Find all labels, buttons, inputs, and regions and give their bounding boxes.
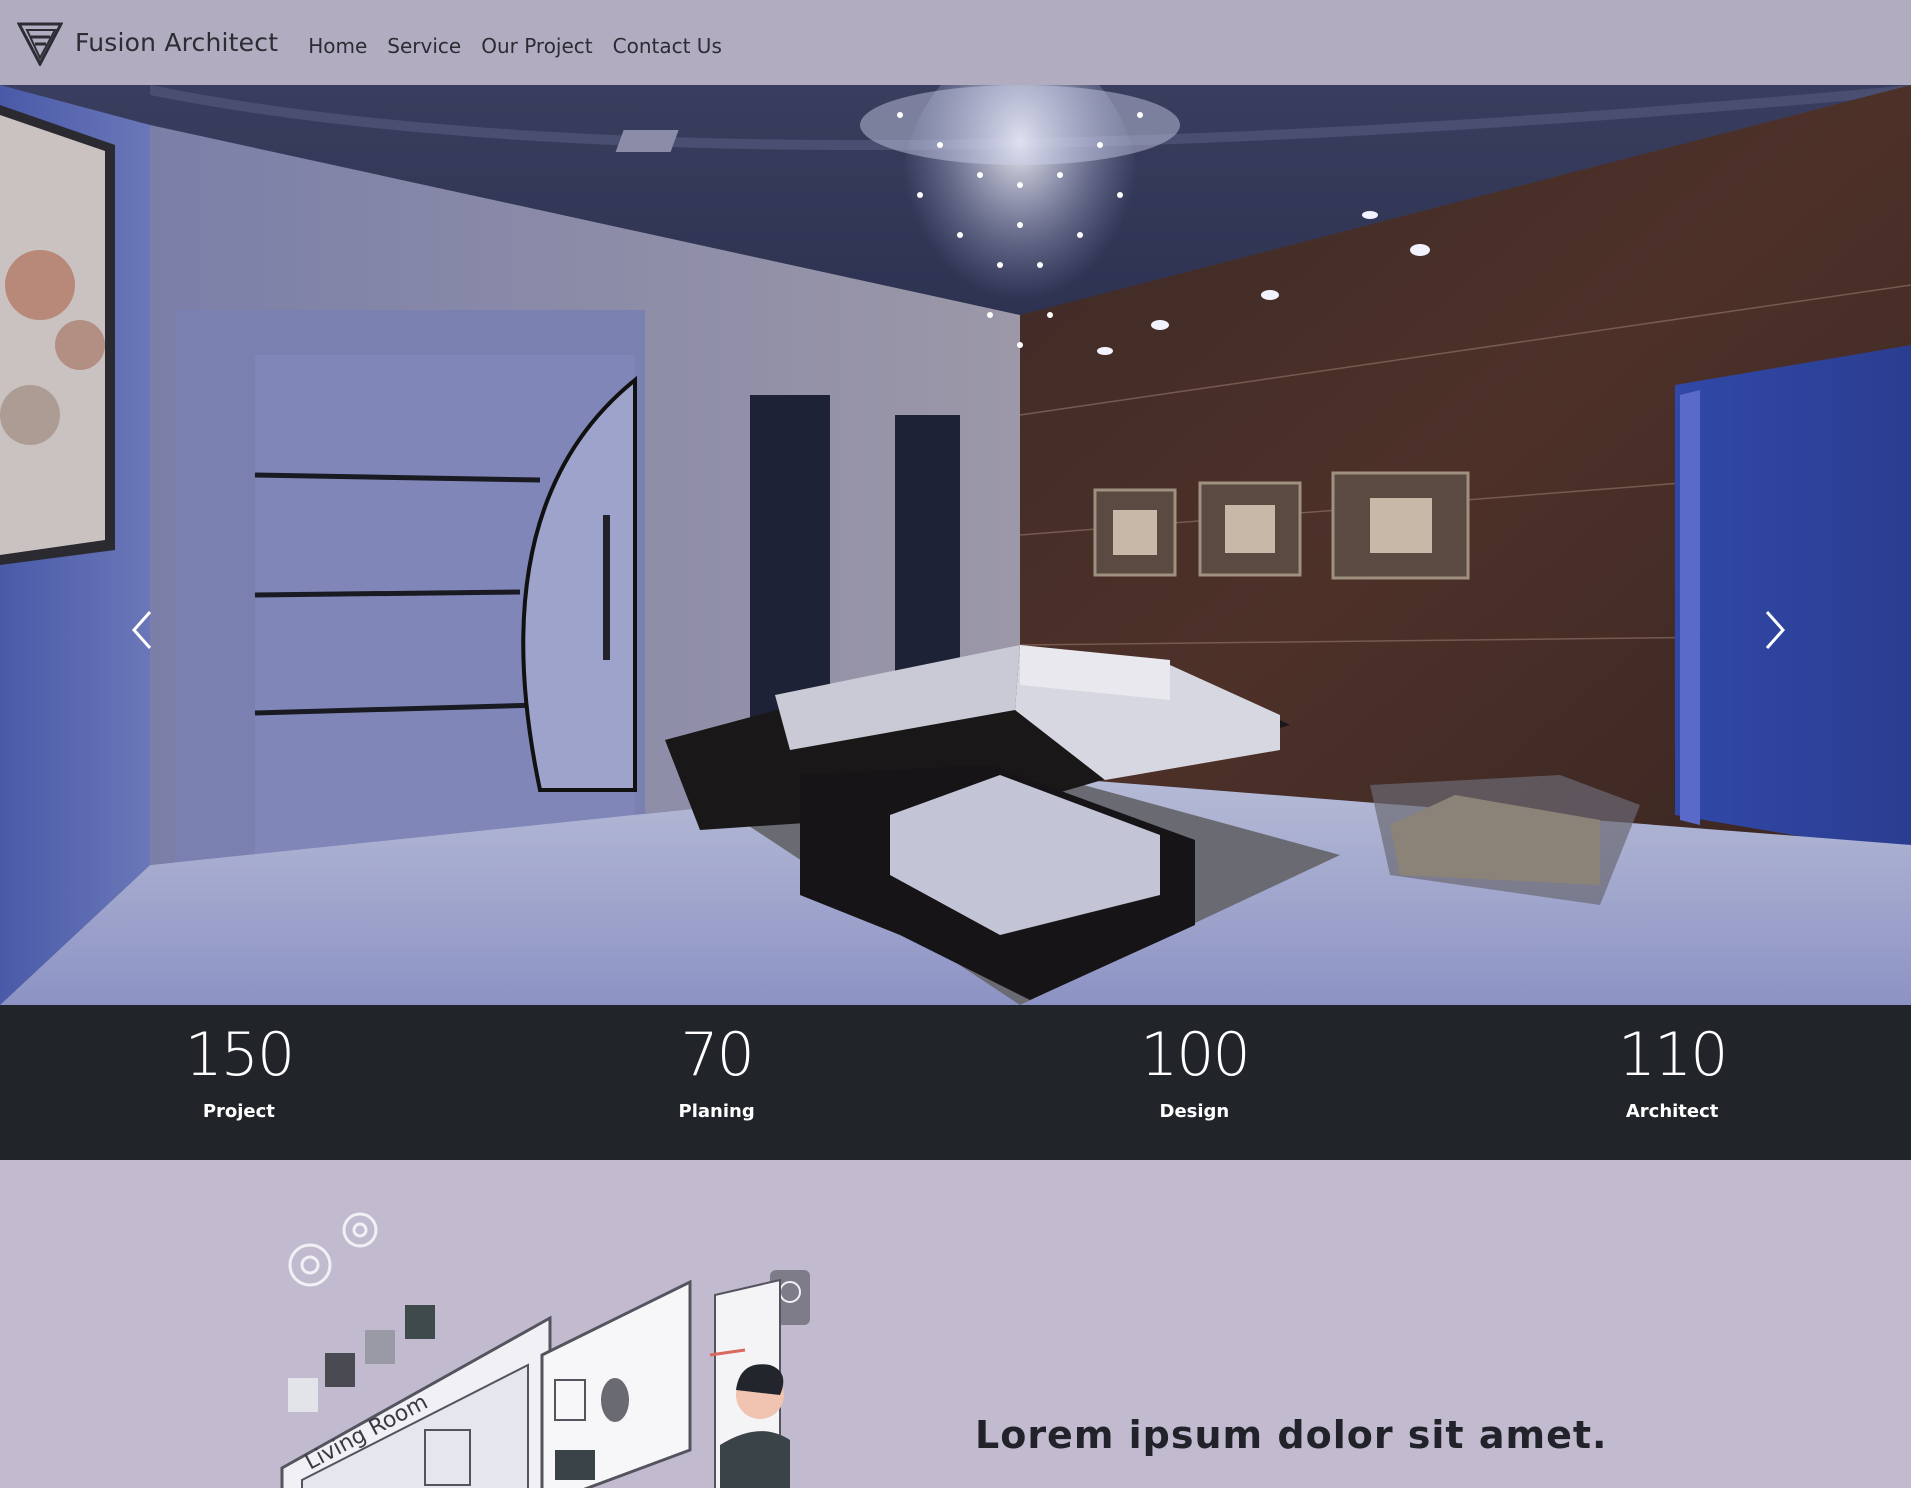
stat-label: Design — [1159, 1101, 1230, 1122]
triangle-logo-icon — [17, 22, 63, 66]
nav-link-contact-us[interactable]: Contact Us — [613, 34, 722, 58]
stat-number: 150 — [184, 1020, 296, 1090]
carousel-next-button[interactable] — [1745, 585, 1805, 675]
nav-links: Home Service Our Project Contact Us — [308, 34, 742, 58]
stat-number: 100 — [1140, 1020, 1251, 1090]
stat-design: 100 Design — [956, 1005, 1434, 1160]
nav-link-service[interactable]: Service — [387, 34, 461, 58]
architect-illustration: Living Room — [280, 1212, 810, 1488]
stats-bar: 150 Project 70 Planing 100 Design 110 Ar… — [0, 1005, 1911, 1160]
about-section: Living Room Lorem ipsum dolor sit amet. — [0, 1160, 1911, 1488]
stat-label: Planing — [678, 1101, 755, 1122]
hero-image — [0, 85, 1911, 1005]
stat-number: 110 — [1617, 1020, 1729, 1090]
brand-link[interactable]: Fusion Architect — [17, 20, 278, 66]
brand-name: Fusion Architect — [75, 28, 279, 57]
stat-label: Project — [202, 1101, 275, 1122]
navbar: Fusion Architect Home Service Our Projec… — [0, 0, 1911, 85]
about-heading: Lorem ipsum dolor sit amet. — [975, 1413, 1608, 1457]
stat-label: Architect — [1625, 1101, 1719, 1122]
chevron-right-icon — [1765, 611, 1786, 649]
carousel-prev-button[interactable] — [112, 585, 172, 675]
stat-number: 70 — [680, 1020, 754, 1090]
stat-project: 150 Project — [0, 1005, 478, 1160]
stat-planing: 70 Planing — [478, 1005, 956, 1160]
nav-link-our-project[interactable]: Our Project — [481, 34, 592, 58]
chevron-left-icon — [131, 611, 152, 649]
nav-link-home[interactable]: Home — [308, 34, 367, 58]
stat-architect: 110 Architect — [1433, 1005, 1911, 1160]
hero-carousel — [0, 85, 1911, 1005]
